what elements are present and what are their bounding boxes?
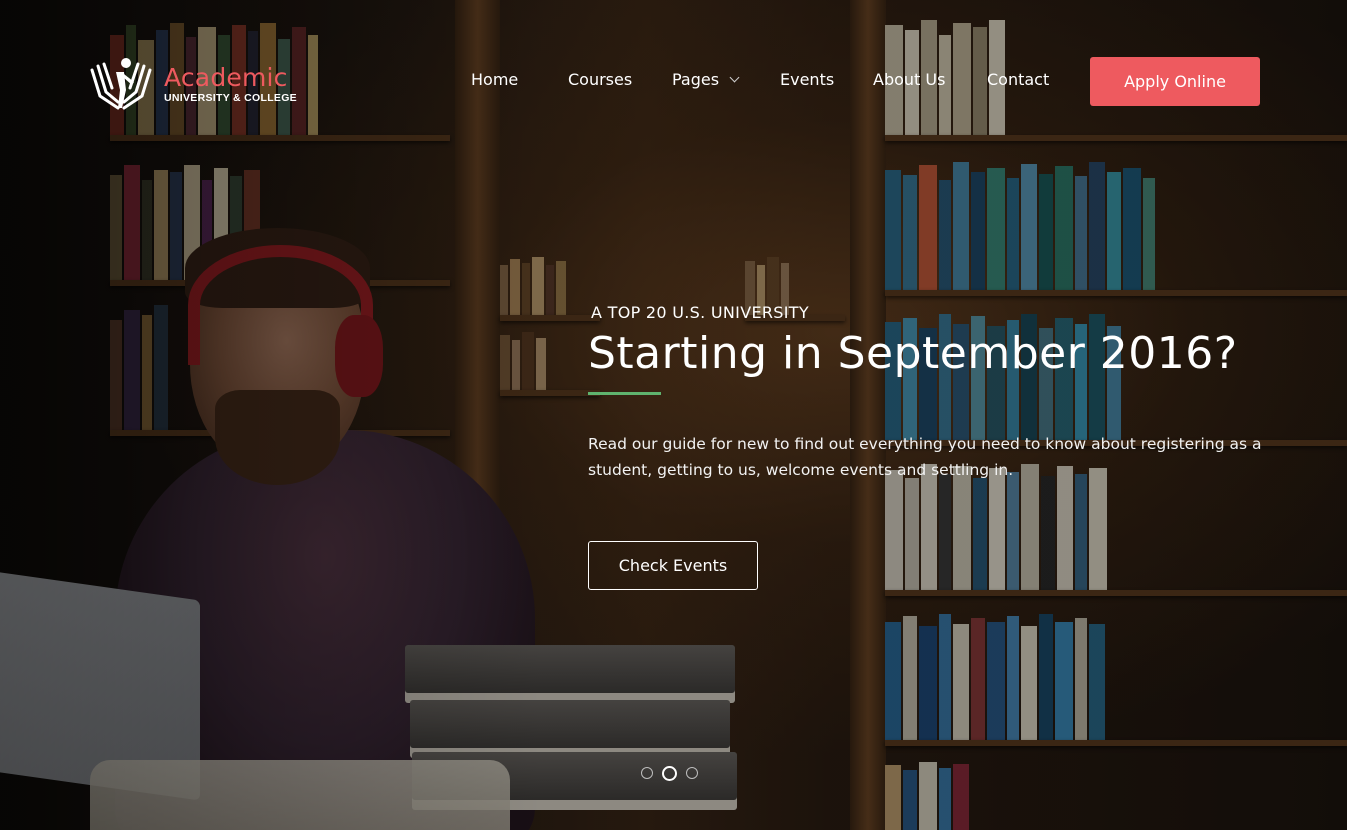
- open-book-person-icon: [90, 58, 152, 110]
- nav-item-events[interactable]: Events: [780, 70, 834, 89]
- check-events-button[interactable]: Check Events: [588, 540, 758, 590]
- carousel-dot-2[interactable]: [662, 765, 677, 781]
- headline-accent-line: [588, 392, 661, 395]
- hero-headline: Starting in September 2016?: [588, 328, 1238, 379]
- nav-item-contact[interactable]: Contact: [987, 70, 1049, 89]
- hero-content: A TOP 20 U.S. UNIVERSITY Starting in Sep…: [588, 300, 1288, 590]
- brand-subtitle: UNIVERSITY & COLLEGE: [164, 91, 297, 104]
- hero-section: Academic UNIVERSITY & COLLEGE Home Cours…: [0, 0, 1347, 830]
- chevron-down-icon: [729, 72, 740, 83]
- nav-item-home[interactable]: Home: [471, 70, 518, 89]
- nav-item-courses[interactable]: Courses: [568, 70, 632, 89]
- hero-eyebrow: A TOP 20 U.S. UNIVERSITY: [591, 303, 809, 322]
- brand-logo[interactable]: Academic UNIVERSITY & COLLEGE: [88, 56, 297, 112]
- nav-item-about-us[interactable]: About Us: [873, 70, 945, 89]
- carousel-pagination: [641, 765, 698, 781]
- nav-item-pages[interactable]: Pages: [672, 70, 740, 89]
- carousel-dot-1[interactable]: [641, 767, 653, 779]
- hero-description: Read our guide for new to find out every…: [588, 435, 1262, 479]
- nav-item-pages-label: Pages: [672, 70, 720, 89]
- site-header: Academic UNIVERSITY & COLLEGE Home Cours…: [0, 0, 1347, 160]
- carousel-dot-3[interactable]: [686, 767, 698, 779]
- brand-title: Academic: [164, 62, 288, 92]
- apply-online-button[interactable]: Apply Online: [1090, 57, 1260, 106]
